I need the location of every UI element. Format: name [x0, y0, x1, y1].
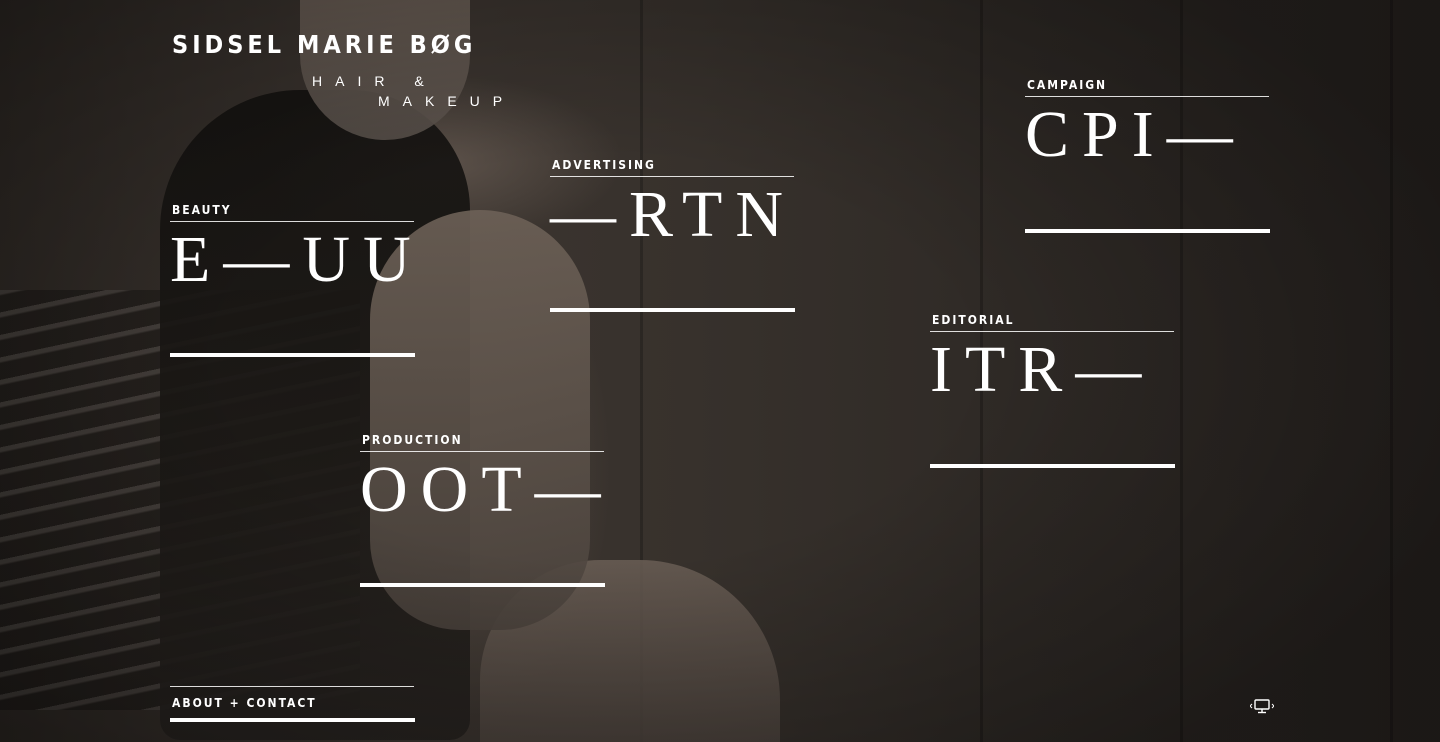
brand-tagline-line2: MAKEUP: [378, 93, 516, 109]
category-display-word: —RTN: [550, 178, 797, 251]
category-label: ADVERTISING: [552, 158, 656, 172]
category-campaign[interactable]: CAMPAIGN CPI—: [1025, 78, 1270, 258]
category-divider: [930, 331, 1174, 332]
brand-tagline-line1: HAIR &: [312, 73, 437, 89]
about-divider: [170, 686, 414, 687]
category-display-word: OOT—: [360, 453, 614, 526]
about-underline: [170, 718, 415, 722]
category-divider: [1025, 96, 1269, 97]
category-divider: [170, 221, 414, 222]
category-label: EDITORIAL: [932, 313, 1015, 327]
category-production[interactable]: PRODUCTION OOT—: [360, 433, 605, 613]
category-advertising[interactable]: ADVERTISING —RTN: [550, 158, 795, 338]
category-label: PRODUCTION: [362, 433, 463, 447]
category-display-word: E—UU: [170, 223, 424, 296]
category-divider: [550, 176, 794, 177]
category-beauty[interactable]: BEAUTY E—UU: [170, 203, 415, 383]
about-contact-link[interactable]: ABOUT + CONTACT: [170, 686, 415, 724]
page: SIDSEL MARIE BØG HAIR & MAKEUP BEAUTY E—…: [0, 0, 1440, 742]
brand-name[interactable]: SIDSEL MARIE BØG: [172, 30, 476, 59]
category-display-word: ITR—: [930, 333, 1155, 406]
category-underline: [170, 353, 415, 357]
category-editorial[interactable]: EDITORIAL ITR—: [930, 313, 1175, 493]
category-underline: [360, 583, 605, 587]
category-label: BEAUTY: [172, 203, 232, 217]
about-contact-label: ABOUT + CONTACT: [172, 696, 317, 710]
category-underline: [930, 464, 1175, 468]
category-divider: [360, 451, 604, 452]
category-underline: [1025, 229, 1270, 233]
category-underline: [550, 308, 795, 312]
category-label: CAMPAIGN: [1027, 78, 1108, 92]
monitor-icon[interactable]: [1249, 697, 1275, 715]
monitor-icon-graphic: [1249, 699, 1275, 714]
category-display-word: CPI—: [1025, 98, 1246, 171]
